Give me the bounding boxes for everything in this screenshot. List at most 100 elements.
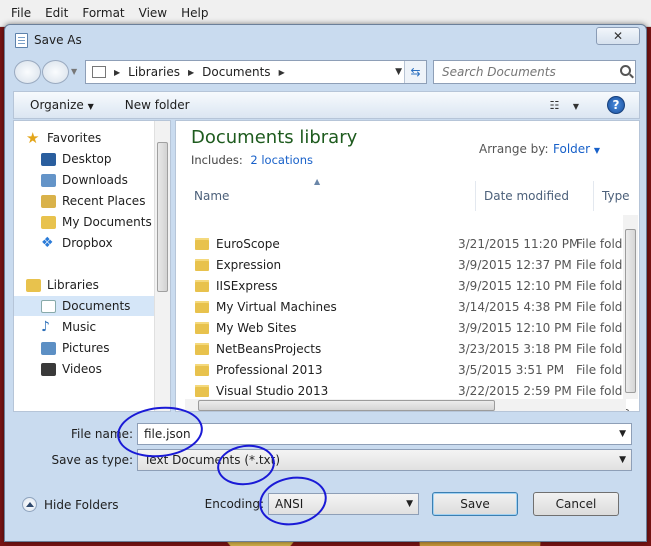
- recent-places-icon: [41, 194, 56, 208]
- scrollbar-thumb[interactable]: [198, 400, 495, 411]
- column-label: Type: [602, 189, 630, 203]
- column-header-type[interactable]: Type: [596, 181, 639, 211]
- search-icon[interactable]: [620, 65, 631, 76]
- nav-item-my-documents[interactable]: My Documents: [41, 212, 170, 232]
- collapse-icon: [22, 497, 37, 512]
- save-as-dialog: Save As ✕ ▼ ▶ Libraries ▶ Documents ▶ ▼ …: [4, 24, 647, 542]
- file-row[interactable]: EuroScope 3/21/2015 11:20 PM File folde: [185, 234, 630, 255]
- file-name-cell: My Virtual Machines: [216, 300, 337, 314]
- encoding-label: Encoding:: [204, 497, 264, 511]
- recent-pages-dropdown-icon[interactable]: ▼: [71, 67, 77, 76]
- date-modified-cell: 3/9/2015 12:10 PM: [458, 321, 572, 335]
- horizontal-scrollbar[interactable]: [185, 399, 626, 411]
- file-name-field[interactable]: file.json ▼: [137, 423, 632, 445]
- nav-scrollbar[interactable]: [154, 121, 170, 411]
- close-button[interactable]: ✕: [596, 27, 640, 45]
- organize-button[interactable]: Organize ▼: [30, 98, 94, 112]
- chevron-down-icon: ▼: [619, 455, 626, 465]
- column-header-name[interactable]: Name ▲: [194, 177, 476, 211]
- file-row[interactable]: My Virtual Machines 3/14/2015 4:38 PM File…: [185, 297, 630, 318]
- chevron-down-icon[interactable]: ▼: [619, 429, 626, 439]
- type-cell: File folde: [576, 300, 630, 314]
- save-as-type-value: Text Documents (*.txt): [144, 453, 281, 467]
- star-icon: ★: [26, 128, 40, 147]
- file-row[interactable]: My Web Sites 3/9/2015 12:10 PM File folde: [185, 318, 630, 339]
- date-modified-cell: 3/22/2015 2:59 PM: [458, 384, 572, 398]
- save-as-type-label: Save as type:: [51, 453, 133, 467]
- file-name-cell: My Web Sites: [216, 321, 297, 335]
- save-button[interactable]: Save: [432, 492, 518, 516]
- folder-icon: [195, 238, 209, 250]
- column-header-date-modified[interactable]: Date modified: [478, 181, 594, 211]
- file-row[interactable]: IISExpress 3/9/2015 12:10 PM File folde: [185, 276, 630, 297]
- search-input[interactable]: [440, 62, 610, 82]
- menu-format[interactable]: Format: [75, 6, 131, 20]
- date-modified-cell: 3/9/2015 12:37 PM: [458, 258, 572, 272]
- scrollbar-thumb[interactable]: [625, 229, 636, 393]
- nav-item-libraries[interactable]: Libraries: [26, 275, 168, 295]
- breadcrumb-documents[interactable]: Documents: [202, 65, 270, 79]
- library-title: Documents library: [191, 127, 358, 148]
- date-modified-cell: 3/23/2015 3:18 PM: [458, 342, 572, 356]
- file-name-cell: IISExpress: [216, 279, 278, 293]
- includes-label: Includes:: [191, 153, 243, 167]
- save-as-type-select[interactable]: Text Documents (*.txt) ▼: [137, 449, 632, 471]
- arrange-by-dropdown[interactable]: Folder ▼: [553, 142, 600, 156]
- title-bar[interactable]: Save As ✕: [5, 25, 646, 55]
- nav-item-downloads[interactable]: Downloads: [41, 170, 170, 190]
- encoding-select[interactable]: ANSI ▼: [268, 493, 419, 515]
- forward-button[interactable]: [42, 60, 69, 84]
- nav-item-desktop[interactable]: Desktop: [41, 149, 170, 169]
- file-row[interactable]: Expression 3/9/2015 12:37 PM File folde: [185, 255, 630, 276]
- scrollbar-thumb[interactable]: [157, 142, 168, 292]
- new-folder-button[interactable]: New folder: [125, 98, 190, 112]
- file-row[interactable]: Professional 2013 3/5/2015 3:51 PM File fo…: [185, 360, 630, 381]
- help-button[interactable]: ?: [607, 96, 625, 114]
- refresh-button[interactable]: ⇆: [404, 61, 426, 83]
- address-bar[interactable]: ▶ Libraries ▶ Documents ▶ ▼ ⇆: [85, 60, 427, 84]
- breadcrumb-separator-icon[interactable]: ▶: [114, 68, 120, 77]
- breadcrumb-separator-icon[interactable]: ▶: [279, 68, 285, 77]
- type-cell: File folde: [576, 363, 630, 377]
- file-row[interactable]: NetBeansProjects 3/23/2015 3:18 PM File fo…: [185, 339, 630, 360]
- pictures-icon: [41, 341, 56, 355]
- menu-help[interactable]: Help: [174, 6, 215, 20]
- date-modified-cell: 3/21/2015 11:20 PM: [458, 237, 580, 251]
- column-label: Date modified: [484, 189, 570, 203]
- downloads-icon: [41, 173, 56, 187]
- menu-view[interactable]: View: [132, 6, 174, 20]
- nav-item-label: Music: [62, 320, 97, 334]
- vertical-scrollbar[interactable]: [623, 215, 638, 399]
- nav-item-favorites[interactable]: ★ Favorites: [26, 128, 168, 148]
- nav-item-label: Recent Places: [62, 194, 146, 208]
- file-name-value: file.json: [144, 427, 191, 441]
- nav-item-dropbox[interactable]: ❖ Dropbox: [41, 233, 170, 253]
- breadcrumb-separator-icon[interactable]: ▶: [188, 68, 194, 77]
- nav-item-label: Dropbox: [62, 236, 113, 250]
- address-dropdown-icon[interactable]: ▼: [395, 67, 402, 77]
- arrange-by-label: Arrange by:: [479, 142, 549, 156]
- hide-folders-button[interactable]: Hide Folders: [22, 497, 119, 512]
- nav-item-recent-places[interactable]: Recent Places: [41, 191, 170, 211]
- menu-file[interactable]: File: [4, 6, 38, 20]
- sort-ascending-icon: ▲: [314, 177, 321, 186]
- nav-item-pictures[interactable]: Pictures: [41, 338, 170, 358]
- date-modified-cell: 3/9/2015 12:10 PM: [458, 279, 572, 293]
- nav-item-documents[interactable]: Documents: [14, 296, 156, 316]
- change-view-button[interactable]: ☷ ▼: [549, 99, 579, 112]
- cancel-button[interactable]: Cancel: [533, 492, 619, 516]
- file-name-cell: Expression: [216, 258, 282, 272]
- nav-item-videos[interactable]: Videos: [41, 359, 170, 379]
- back-button[interactable]: [14, 60, 41, 84]
- nav-item-label: Documents: [62, 299, 131, 313]
- locations-link[interactable]: 2 locations: [250, 153, 313, 167]
- breadcrumb-libraries[interactable]: Libraries: [128, 65, 180, 79]
- nav-item-music[interactable]: ♪ Music: [41, 317, 170, 337]
- dialog-title: Save As: [34, 33, 82, 47]
- hide-folders-label: Hide Folders: [44, 497, 119, 512]
- menu-edit[interactable]: Edit: [38, 6, 75, 20]
- documents-icon: [41, 299, 56, 313]
- search-box[interactable]: [433, 60, 636, 84]
- type-cell: File folde: [576, 237, 630, 251]
- refresh-icon: ⇆: [410, 65, 421, 79]
